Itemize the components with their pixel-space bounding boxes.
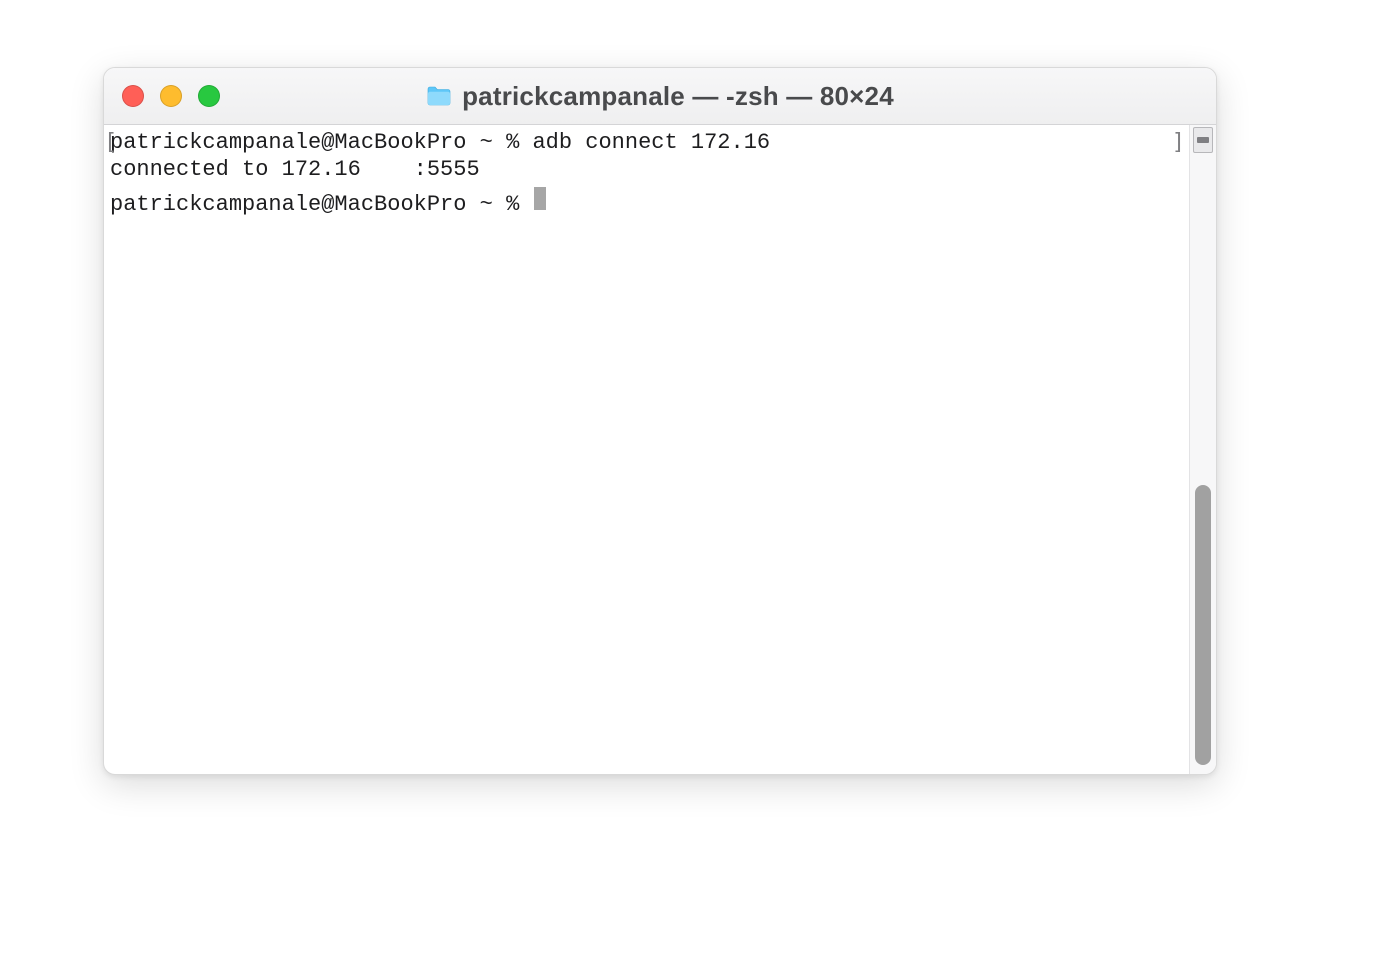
close-button[interactable] bbox=[122, 85, 144, 107]
terminal-prompt: patrickcampanale@MacBookPro ~ % bbox=[110, 191, 532, 218]
folder-icon bbox=[426, 85, 452, 107]
terminal-viewport[interactable]: [ ] patrickcampanale@MacBookPro ~ % adb … bbox=[104, 125, 1189, 774]
terminal-cursor bbox=[534, 187, 546, 210]
scrollbar-track[interactable] bbox=[1190, 155, 1216, 774]
window-title: patrickcampanale — -zsh — 80×24 bbox=[462, 81, 894, 112]
terminal-window: patrickcampanale — -zsh — 80×24 [ ] patr… bbox=[103, 67, 1217, 775]
minimize-button[interactable] bbox=[160, 85, 182, 107]
scrollbar-thumb[interactable] bbox=[1195, 485, 1211, 765]
window-body: [ ] patrickcampanale@MacBookPro ~ % adb … bbox=[104, 125, 1216, 774]
titlebar[interactable]: patrickcampanale — -zsh — 80×24 bbox=[104, 68, 1216, 125]
zoom-button[interactable] bbox=[198, 85, 220, 107]
terminal-output: patrickcampanale@MacBookPro ~ % adb conn… bbox=[104, 125, 1189, 187]
split-pane-icon[interactable] bbox=[1193, 127, 1213, 153]
right-gutter bbox=[1189, 125, 1216, 774]
terminal-line-1: patrickcampanale@MacBookPro ~ % adb conn… bbox=[110, 130, 770, 155]
window-title-area: patrickcampanale — -zsh — 80×24 bbox=[104, 81, 1216, 112]
terminal-prompt-line[interactable]: patrickcampanale@MacBookPro ~ % bbox=[104, 187, 1189, 218]
traffic-lights bbox=[122, 85, 220, 107]
terminal-line-2: connected to 172.16 :5555 bbox=[110, 157, 480, 182]
